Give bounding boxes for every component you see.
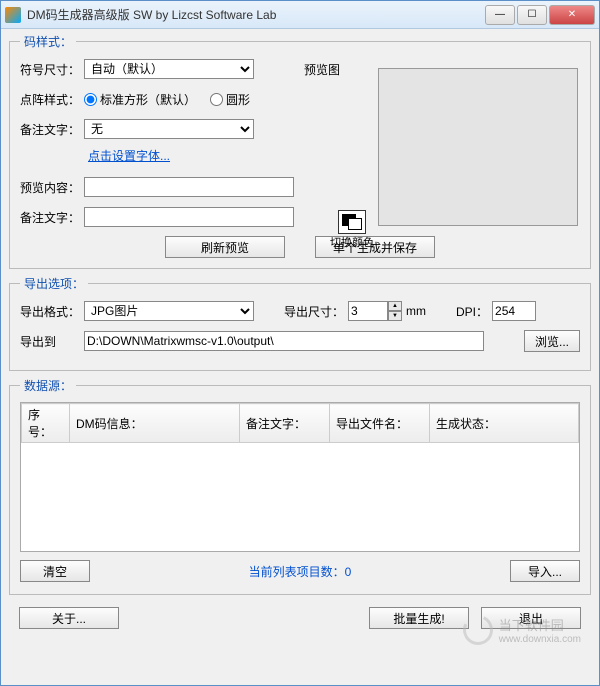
about-button[interactable]: 关于... bbox=[19, 607, 119, 629]
preview-content-label: 预览内容： bbox=[20, 179, 84, 196]
window-title: DM码生成器高级版 SW by Lizcst Software Lab bbox=[27, 6, 483, 23]
export-size-label: 导出尺寸： bbox=[284, 303, 344, 320]
batch-generate-button[interactable]: 批量生成! bbox=[369, 607, 469, 629]
item-count-status: 当前列表项目数：0 bbox=[249, 563, 352, 580]
app-icon bbox=[5, 7, 21, 23]
export-path-input[interactable] bbox=[84, 331, 484, 351]
col-index[interactable]: 序号： bbox=[22, 404, 70, 443]
export-format-label: 导出格式： bbox=[20, 303, 84, 320]
col-dm-info[interactable]: DM码信息： bbox=[70, 404, 240, 443]
export-group: 导出选项： 导出格式： JPG图片 导出尺寸： ▲ ▼ mm DPI： bbox=[9, 275, 591, 371]
browse-button[interactable]: 浏览... bbox=[524, 330, 580, 352]
dpi-label: DPI： bbox=[456, 303, 488, 320]
import-button[interactable]: 导入... bbox=[510, 560, 580, 582]
style-legend: 码样式： bbox=[20, 33, 76, 50]
data-source-group: 数据源： 序号： DM码信息： 备注文字： 导出文件名： 生成状态： 清空 当前… bbox=[9, 377, 591, 595]
size-down-button[interactable]: ▼ bbox=[388, 311, 402, 321]
export-size-unit: mm bbox=[406, 304, 426, 318]
col-status[interactable]: 生成状态： bbox=[430, 404, 579, 443]
note-label: 备注文字： bbox=[20, 121, 84, 138]
preview-label: 预览图 bbox=[304, 61, 340, 78]
export-format-select[interactable]: JPG图片 bbox=[84, 301, 254, 321]
dpi-input[interactable] bbox=[492, 301, 536, 321]
dot-style-label: 点阵样式： bbox=[20, 91, 84, 108]
size-up-button[interactable]: ▲ bbox=[388, 301, 402, 311]
export-legend: 导出选项： bbox=[20, 275, 88, 292]
style-group: 码样式： 符号尺寸： 自动（默认） 预览图 点阵样式： 标准方形（默认） 圆形 bbox=[9, 33, 591, 269]
data-legend: 数据源： bbox=[20, 377, 76, 394]
titlebar: DM码生成器高级版 SW by Lizcst Software Lab — ☐ … bbox=[1, 1, 599, 29]
minimize-button[interactable]: — bbox=[485, 5, 515, 25]
export-path-label: 导出到 bbox=[20, 333, 84, 350]
col-filename[interactable]: 导出文件名： bbox=[330, 404, 430, 443]
symbol-size-label: 符号尺寸： bbox=[20, 61, 84, 78]
dot-style-circle-radio[interactable]: 圆形 bbox=[210, 91, 250, 108]
note-select[interactable]: 无 bbox=[84, 119, 254, 139]
export-size-input[interactable] bbox=[348, 301, 388, 321]
dot-style-square-radio[interactable]: 标准方形（默认） bbox=[84, 91, 196, 108]
data-table[interactable]: 序号： DM码信息： 备注文字： 导出文件名： 生成状态： bbox=[20, 402, 580, 552]
note2-label: 备注文字： bbox=[20, 209, 84, 226]
exit-button[interactable]: 退出 bbox=[481, 607, 581, 629]
clear-button[interactable]: 清空 bbox=[20, 560, 90, 582]
preview-content-input[interactable] bbox=[84, 177, 294, 197]
note2-input[interactable] bbox=[84, 207, 294, 227]
refresh-preview-button[interactable]: 刷新预览 bbox=[165, 236, 285, 258]
symbol-size-select[interactable]: 自动（默认） bbox=[84, 59, 254, 79]
swap-color-icon[interactable] bbox=[338, 210, 366, 234]
maximize-button[interactable]: ☐ bbox=[517, 5, 547, 25]
preview-box bbox=[378, 68, 578, 226]
close-button[interactable]: ✕ bbox=[549, 5, 595, 25]
col-note[interactable]: 备注文字： bbox=[240, 404, 330, 443]
swap-color-label: 切换颜色 bbox=[330, 234, 374, 250]
font-link[interactable]: 点击设置字体... bbox=[88, 147, 170, 164]
